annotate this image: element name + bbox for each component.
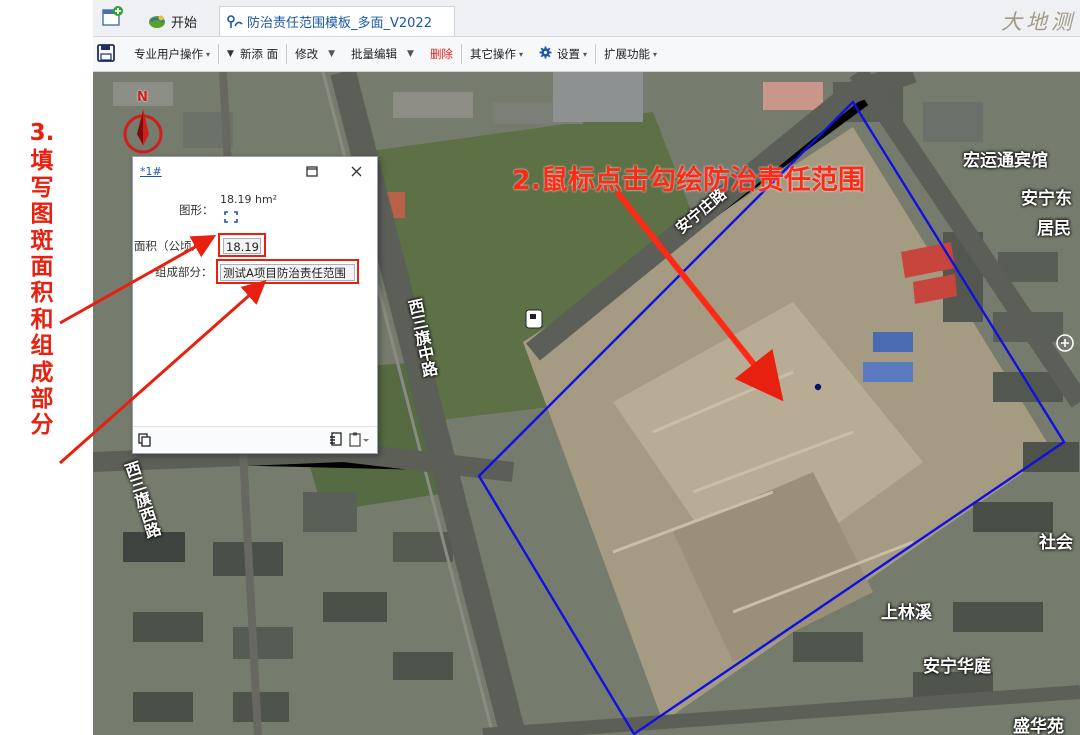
dropdown-arrow-icon: ▼ [227,49,234,59]
part-field[interactable]: 测试A项目防治责任范围 [220,264,355,281]
save-icon [96,43,116,66]
dropdown-arrow-icon: ▼ [407,49,414,59]
cursor-point [814,383,822,391]
delete-label: 删除 [429,47,453,61]
pro-user-ops-menu[interactable]: 专业用户操作 ▾ [126,37,218,71]
annotation-panel: 3. 填 写 图 斑 面 积 和 组 成 部 分 [0,0,93,735]
extensions-menu[interactable]: 扩展功能 ▾ [596,37,665,71]
annotation-char: 写 [30,174,54,201]
clipboard-icon[interactable] [349,432,369,450]
batch-edit-button[interactable]: 批量编辑 ▼ [343,37,422,71]
new-face-label: 新添 面 [239,47,279,61]
other-ops-label: 其它操作 [469,47,516,61]
annotation-char: 部 [30,386,54,413]
annotation-char: 斑 [30,227,54,254]
area-label: 面积（公顷）： [134,239,209,253]
annotation-step3: 3. 填 写 图 斑 面 积 和 组 成 部 分 [22,120,62,439]
annotation-char: 面 [30,254,54,281]
annotation-char: 图 [30,201,54,228]
annotation-step-number: 3. [29,120,55,146]
gas-station-icon [525,309,543,329]
attribute-dialog: *1# 图形： 18.19 hm² 面积（公顷）： 18.19 组成部分： 测试… [132,156,378,454]
chevron-down-icon: ▾ [206,49,211,59]
batch-edit-label: 批量编辑 [351,47,398,61]
brand-logo: 大地测 [1001,10,1076,34]
place-label: 宏运通宾馆 [963,151,1048,171]
close-icon [351,166,361,176]
delete-button[interactable]: 删除 [422,37,461,71]
edit-path-icon [226,14,244,30]
part-highlight: 测试A项目防治责任范围 [216,259,359,284]
place-label: 安宁华庭 [923,657,991,677]
chevron-down-icon: ▾ [582,49,587,59]
place-label: 上林溪 [881,603,932,623]
annotation-char: 填 [30,148,54,175]
close-button[interactable] [347,162,365,180]
part-label: 组成部分： [155,265,213,279]
extensions-label: 扩展功能 [603,47,650,61]
maximize-icon [306,165,318,177]
modify-label: 修改 [295,47,319,61]
toolbar: 专业用户操作 ▾ ▼ 新添 面 修改 ▼ 批量编辑 ▼ 删除 其它操作 ▾ 设置… [93,37,1080,72]
place-label: 安宁东 [1021,189,1072,209]
annotation-char: 积 [30,280,54,307]
area-field[interactable]: 18.19 [223,238,261,254]
dialog-tab[interactable]: *1# [140,165,162,178]
save-button[interactable] [93,37,126,71]
chevron-down-icon: ▾ [518,49,523,59]
annotation-char: 成 [30,359,54,386]
pro-user-ops-label: 专业用户操作 [134,47,203,61]
tab-document[interactable]: 防治责任范围模板_多面_V2022 [219,6,455,36]
dialog-footer [133,426,377,453]
attribute-icon[interactable] [329,432,343,450]
modify-button[interactable]: 修改 ▼ [287,37,343,71]
settings-label: 设置 [556,47,580,61]
new-face-button[interactable]: ▼ 新添 面 [219,37,286,71]
shape-label: 图形： [179,203,214,217]
dropdown-arrow-icon: ▼ [328,49,336,59]
other-ops-menu[interactable]: 其它操作 ▾ [462,37,531,71]
tab-start-label: 开始 [171,15,198,31]
gear-icon [539,46,552,62]
tab-bar: 开始 防治责任范围模板_多面_V2022 大地测 [93,0,1080,37]
shape-value: 18.19 hm² [220,193,278,206]
globe-icon [147,13,167,29]
north-label: N [137,90,148,105]
place-label: 盛华苑 [1013,717,1064,735]
area-highlight: 18.19 [218,233,266,257]
chevron-down-icon: ▾ [652,49,657,59]
annotation-char: 和 [30,306,54,333]
place-label: 居民 [1037,219,1071,239]
instruction-draw-range: 2.鼠标点击勾绘防治责任范围 [512,165,866,196]
new-document-icon[interactable] [100,6,124,28]
shape-select-icon[interactable] [224,211,238,223]
annotation-char: 分 [30,412,54,439]
settings-menu[interactable]: 设置 ▾ [531,37,595,71]
tab-start[interactable]: 开始 [147,6,197,36]
place-label: 社会 [1039,533,1073,553]
tab-document-label: 防治责任范围模板_多面_V2022 [247,16,432,31]
annotation-char: 组 [30,333,54,360]
maximize-button[interactable] [303,162,321,180]
copy-icon[interactable] [138,433,152,450]
